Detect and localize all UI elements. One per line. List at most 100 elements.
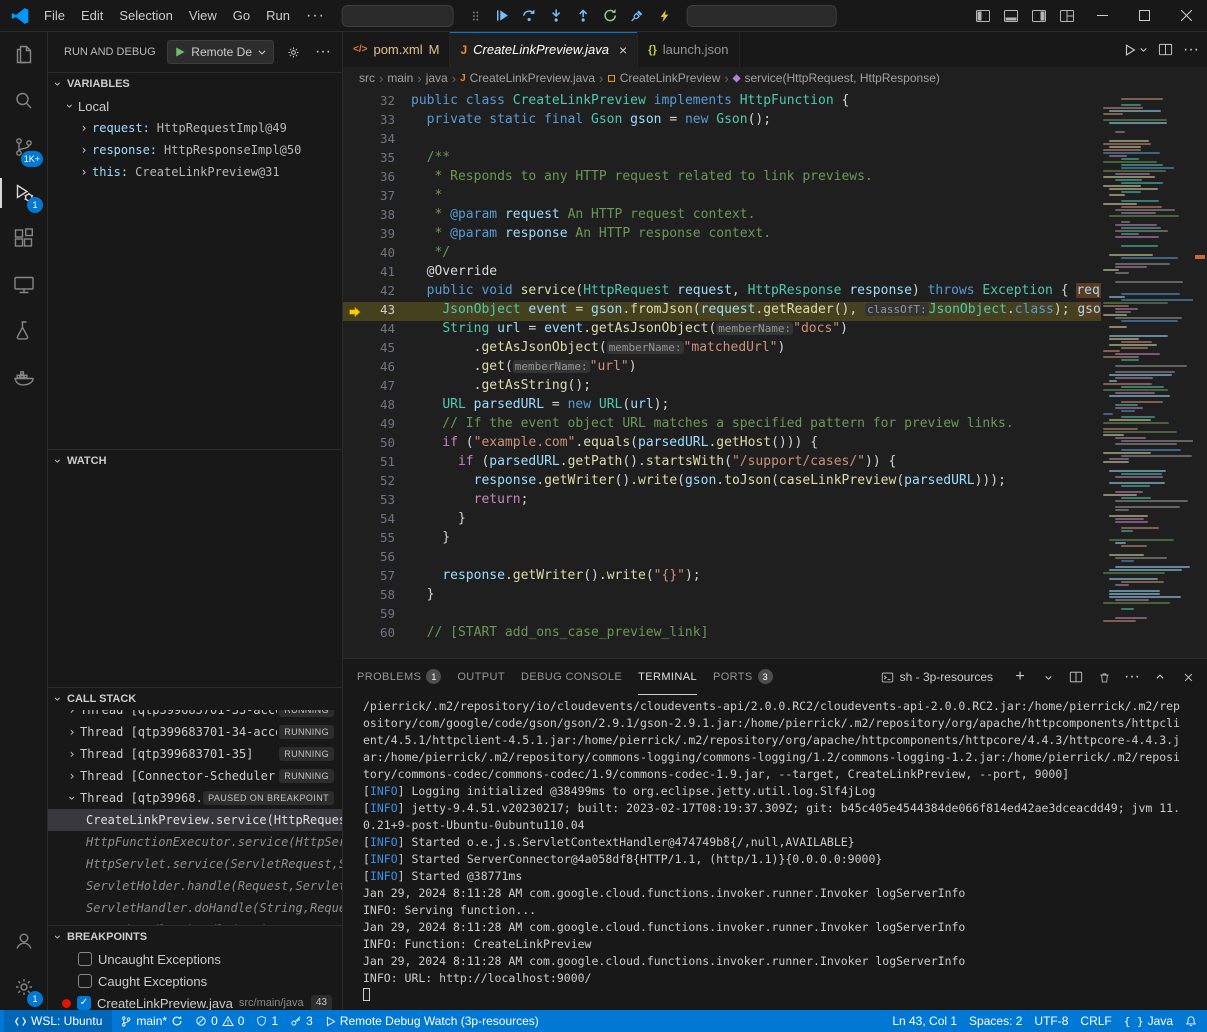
code-line[interactable]: 60 // [START add_ons_case_preview_link]	[343, 625, 1101, 644]
minimap[interactable]	[1101, 93, 1193, 658]
views-more-actions-icon[interactable]: ···	[312, 41, 334, 63]
activity-search-icon[interactable]	[0, 78, 47, 124]
gutter-glyph[interactable]	[343, 321, 365, 340]
breakpoint-checkbox[interactable]: ✓	[77, 996, 91, 1010]
gutter-glyph[interactable]	[343, 93, 365, 112]
breakpoint-checkbox[interactable]	[78, 952, 92, 966]
variable-row[interactable]: ›this:CreateLinkPreview@31	[48, 161, 342, 183]
menu-run[interactable]: Run	[258, 5, 298, 27]
gutter-glyph[interactable]	[343, 150, 365, 169]
split-editor-button[interactable]	[1158, 42, 1173, 57]
code-line[interactable]: 49 // If the event object URL matches a …	[343, 416, 1101, 435]
gutter-glyph[interactable]	[343, 264, 365, 283]
breadcrumb-item[interactable]: src	[359, 71, 375, 85]
code-line[interactable]: 56	[343, 549, 1101, 568]
activity-accounts-icon[interactable]	[0, 918, 47, 964]
toggle-secondary-sidebar-icon[interactable]	[1025, 2, 1053, 30]
breakpoint-checkbox[interactable]	[78, 974, 92, 988]
activity-run-and-debug-icon[interactable]: 1	[0, 170, 47, 216]
code-line[interactable]: 37 *	[343, 188, 1101, 207]
close-panel-icon[interactable]	[1179, 668, 1197, 686]
command-center-left[interactable]	[341, 5, 453, 27]
editor-layout-icon[interactable]	[1053, 2, 1081, 30]
step-out-button[interactable]	[571, 4, 595, 28]
activity-docker-icon[interactable]	[0, 354, 47, 400]
status-language-mode[interactable]: { }Java	[1118, 1010, 1179, 1032]
code-line[interactable]: 59	[343, 606, 1101, 625]
minimize-button[interactable]	[1081, 0, 1123, 32]
status-eol[interactable]: CRLF	[1074, 1010, 1117, 1032]
gutter-glyph[interactable]	[343, 416, 365, 435]
stack-frame-row[interactable]: HttpServlet.service(ServletRequest,S	[48, 853, 342, 875]
new-terminal-button[interactable]: +	[1011, 668, 1029, 686]
split-terminal-button[interactable]	[1067, 668, 1085, 686]
tab-pom.xml[interactable]: </>pom.xmlM	[343, 32, 450, 67]
tab-launch.json[interactable]: {}launch.json	[638, 32, 739, 67]
activity-explorer-icon[interactable]	[0, 32, 47, 78]
step-over-button[interactable]	[517, 4, 541, 28]
gutter-glyph[interactable]	[343, 397, 365, 416]
run-java-button[interactable]	[1123, 43, 1148, 57]
thread-row[interactable]: ›Thread [qtp39968...PAUSED ON BREAKPOINT	[48, 787, 342, 809]
code-line[interactable]: 35 /**	[343, 150, 1101, 169]
status-notifications[interactable]	[1179, 1010, 1203, 1032]
command-center-right[interactable]	[686, 5, 836, 27]
code-line[interactable]: 45 .getAsJsonObject(memberName:"matchedU…	[343, 340, 1101, 359]
thread-row[interactable]: ›Thread [qtp399683701-34-acce...RUNNING	[48, 721, 342, 743]
debug-config-picker[interactable]: Remote De	[167, 40, 274, 64]
step-into-button[interactable]	[544, 4, 568, 28]
activity-source-control-icon[interactable]: 1K+	[0, 124, 47, 170]
gutter-glyph[interactable]	[343, 549, 365, 568]
breadcrumb-item[interactable]: ◻CreateLinkPreview	[607, 71, 720, 85]
code-line[interactable]: 40 */	[343, 245, 1101, 264]
watch-pane-header[interactable]: › WATCH	[48, 450, 342, 472]
status-ports-forwarded[interactable]: 3	[284, 1010, 319, 1032]
terminal-instance[interactable]: sh - 3p-resources	[881, 670, 993, 684]
menu-overflow-button[interactable]: ···	[298, 7, 333, 25]
breadcrumb-item[interactable]: main	[387, 71, 413, 85]
panel-tab-ports[interactable]: PORTS3	[713, 659, 773, 695]
variable-row[interactable]: ›response:HttpResponseImpl@50	[48, 139, 342, 161]
activity-settings-icon[interactable]: 1	[0, 964, 47, 1010]
status-indentation[interactable]: Spaces: 2	[963, 1010, 1028, 1032]
code-line[interactable]: 48 URL parsedURL = new URL(url);	[343, 397, 1101, 416]
code-line[interactable]: 47 .getAsString();	[343, 378, 1101, 397]
maximize-panel-icon[interactable]	[1151, 668, 1169, 686]
overview-ruler[interactable]	[1193, 89, 1207, 658]
thread-row[interactable]: ›Thread [Connector-Scheduler-...RUNNING	[48, 765, 342, 787]
gutter-glyph[interactable]	[343, 473, 365, 492]
toggle-panel-icon[interactable]	[997, 2, 1025, 30]
gutter-glyph[interactable]	[343, 530, 365, 549]
gutter-glyph[interactable]	[343, 245, 365, 264]
gutter-glyph[interactable]	[343, 625, 365, 644]
breakpoints-pane-header[interactable]: › BREAKPOINTS	[48, 926, 342, 948]
disconnect-button[interactable]	[625, 4, 649, 28]
tab-CreateLinkPreview.java[interactable]: JCreateLinkPreview.java×	[450, 32, 638, 67]
code-line[interactable]: 39 * @param response An HTTP response co…	[343, 226, 1101, 245]
gutter-glyph[interactable]	[343, 188, 365, 207]
code-line[interactable]: 36 * Responds to any HTTP request relate…	[343, 169, 1101, 188]
status-remote-indicator[interactable]: WSL: Ubuntu	[4, 1010, 112, 1032]
code-line[interactable]: 32public class CreateLinkPreview impleme…	[343, 93, 1101, 112]
breadcrumb-item[interactable]: JCreateLinkPreview.java	[460, 71, 595, 85]
menu-edit[interactable]: Edit	[73, 5, 111, 27]
gutter-glyph[interactable]	[343, 226, 365, 245]
gutter-glyph[interactable]	[343, 378, 365, 397]
gutter-glyph[interactable]	[343, 283, 365, 302]
panel-more-actions-button[interactable]: ···	[1123, 668, 1141, 686]
breadcrumb-item[interactable]: java	[426, 71, 448, 85]
close-button[interactable]	[1165, 0, 1207, 32]
variable-row[interactable]: ›request:HttpRequestImpl@49	[48, 117, 342, 139]
gutter-glyph[interactable]	[343, 587, 365, 606]
code-line[interactable]: 38 * @param request An HTTP request cont…	[343, 207, 1101, 226]
code-line[interactable]: 57 response.getWriter().write("{}");	[343, 568, 1101, 587]
stack-frame-row[interactable]: ServletHandler.doHandle(String,Reque	[48, 897, 342, 919]
gutter-glyph[interactable]	[343, 302, 365, 321]
maximize-button[interactable]	[1123, 0, 1165, 32]
panel-tab-terminal[interactable]: TERMINAL	[638, 659, 697, 695]
code-line[interactable]: 34	[343, 131, 1101, 150]
debug-settings-gear-icon[interactable]	[282, 41, 304, 63]
menu-go[interactable]: Go	[225, 5, 258, 27]
activity-remote-explorer-icon[interactable]	[0, 262, 47, 308]
status-cursor-position[interactable]: Ln 43, Col 1	[886, 1010, 963, 1032]
